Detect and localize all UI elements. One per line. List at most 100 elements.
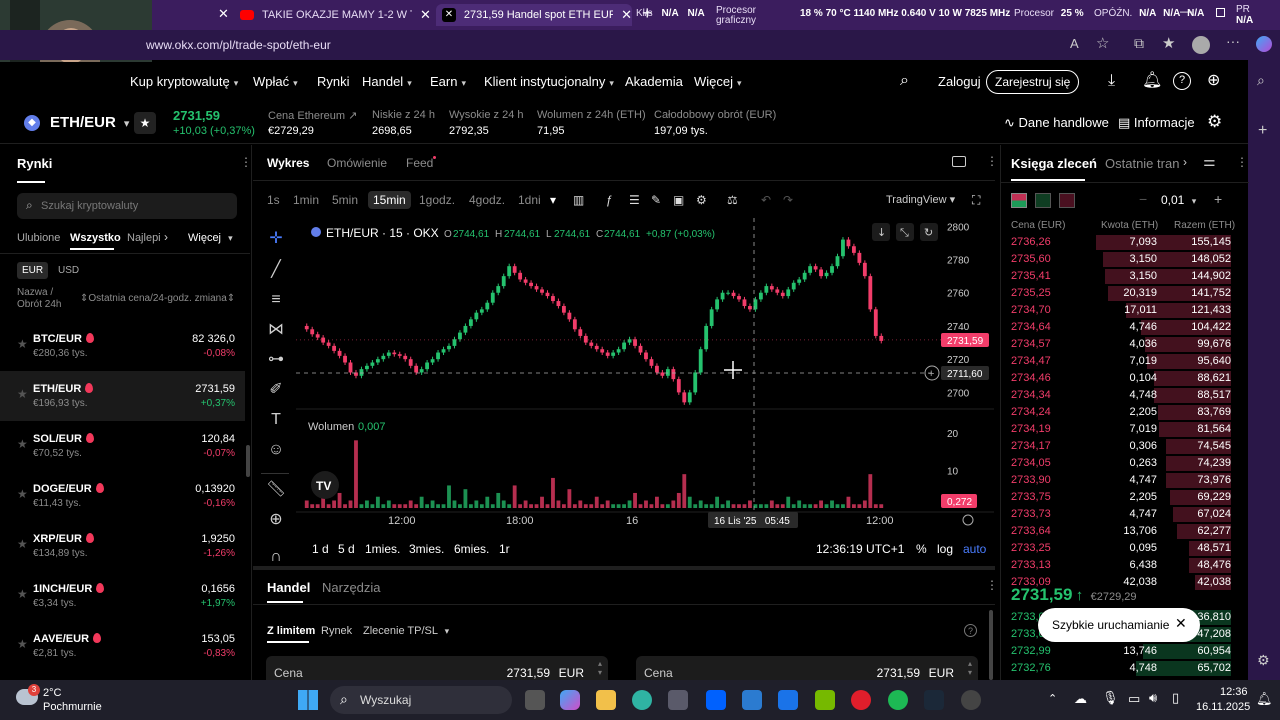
pair-selector[interactable]: ETH/EUR ▾ [50,114,129,131]
windows-start-icon[interactable] [298,690,318,710]
panel-menu-icon[interactable]: ⋮ [1236,155,1248,169]
view-both-icon[interactable] [1011,193,1027,208]
ask-row[interactable]: 2733,64 13,706 62,277 [1001,523,1237,540]
battery-icon[interactable]: ▯ [1172,690,1179,706]
ask-row[interactable]: 2734,34 4,748 88,517 [1001,387,1237,404]
add-icon[interactable]: + [1258,122,1267,140]
search-box[interactable]: ⌕ Szukaj kryptowaluty [17,193,237,219]
star-icon[interactable]: ★ [17,438,29,450]
clock-time[interactable]: 12:36 [1220,686,1248,698]
cloud-icon[interactable]: ☁ [1074,691,1087,707]
range-5d[interactable]: 5 d [338,542,355,556]
ask-row[interactable]: 2733,90 4,747 73,976 [1001,472,1237,489]
view-bids-icon[interactable] [1035,193,1051,208]
ask-row[interactable]: 2735,60 3,150 148,052 [1001,251,1237,268]
quote-tab-usd[interactable]: USD [58,265,79,276]
nav-markets[interactable]: Rynki [317,74,350,89]
steam-icon[interactable] [924,690,944,710]
redo-icon[interactable]: ↷ [783,193,793,207]
ask-row[interactable]: 2733,73 4,747 67,024 [1001,506,1237,523]
signup-button[interactable]: Zarejestruj się [986,70,1080,94]
tf-1min[interactable]: 1min [293,193,319,207]
bid-row[interactable]: 2732,76 4,748 65,702 [1001,660,1237,677]
task-view-icon[interactable] [525,690,545,710]
ask-row[interactable]: 2736,26 7,093 155,145 [1001,234,1237,251]
nav-deposit[interactable]: Wpłać ▾ [253,74,298,89]
order-type-market[interactable]: Rynek [321,625,352,637]
more-filters[interactable]: Więcej ▾ [188,232,233,244]
globe-icon[interactable]: ⊕ [1207,73,1220,89]
chevron-right-icon[interactable]: › [1183,155,1187,169]
market-row[interactable]: ★ SOL/EUR €70,52 tys. 120,84 -0,07% [0,421,245,471]
weather-temp[interactable]: 2°C [43,687,61,699]
auto-toggle[interactable]: auto [963,542,986,556]
bid-row[interactable]: 2732,99 13,746 60,954 [1001,643,1237,660]
tradingview-toggle[interactable]: TradingView ▾ [886,193,955,206]
mic-icon[interactable]: 🎙︎ [1102,690,1119,706]
range-6m[interactable]: 6mies. [454,542,489,556]
download-icon[interactable]: ⤓ [1108,73,1115,89]
panel-menu-icon[interactable]: ⋮ [986,578,998,592]
market-row[interactable]: ★ AAVE/EUR €2,81 tys. 153,05 -0,83% [0,621,245,671]
chevron-down-icon[interactable]: ▾ [550,193,556,207]
search-icon[interactable]: ⌕ [900,73,909,89]
quick-start-popup[interactable]: Szybkie uruchamianie ✕ [1038,608,1200,642]
star-icon[interactable]: ★ [17,638,29,650]
url-text[interactable]: www.okx.com/pl/trade-spot/eth-eur [146,38,331,52]
edit-icon[interactable]: ✎ [651,193,661,207]
panel-menu-icon[interactable]: ⋮ [986,154,998,168]
favorites-bar-icon[interactable]: ★ [1162,34,1175,52]
bell-icon[interactable]: 🔔︎ [1142,73,1162,89]
col-name-header[interactable]: Nazwa / Obrót 24h [17,287,61,311]
quote-tab-eur[interactable]: EUR [17,262,49,279]
brush-icon[interactable]: ✐ [265,379,287,401]
dropbox-icon[interactable] [706,690,726,710]
tab-close-first[interactable]: ✕ [218,6,229,22]
price-chart[interactable]: 2700 2720 2740 2760 2780 2800 10 20 12:00 18:00… [296,218,996,568]
filter-top[interactable]: Najlepi [127,232,161,244]
tab-trade[interactable]: Handel [267,580,310,595]
order-type-tpsl[interactable]: Zlecenie TP/SL ▾ [363,625,449,637]
weather-desc[interactable]: Pochmurnie [43,701,102,713]
ask-row[interactable]: 2734,24 2,205 83,769 [1001,404,1237,421]
filter-icon[interactable]: ⚌ [1203,153,1216,170]
spotify-icon[interactable] [888,690,908,710]
nav-earn[interactable]: Earn ▾ [430,74,466,89]
info-button[interactable]: ▤ Informacje [1118,115,1195,131]
range-1y[interactable]: 1r [499,542,510,556]
tab-tools[interactable]: Narzędzia [322,580,381,595]
star-icon[interactable]: ★ [17,488,29,500]
minus-icon[interactable]: − [1139,191,1147,207]
text-icon[interactable]: T [265,409,287,431]
favorite-icon[interactable]: ☆ [1096,34,1109,52]
clock-date[interactable]: 16.11.2025 [1196,701,1250,713]
plus-icon[interactable]: + [1214,191,1222,207]
speaker-icon[interactable]: 🔊︎ [1149,690,1157,706]
list-icon[interactable]: ☰ [629,193,640,207]
favorite-star-icon[interactable]: ★ [134,112,156,134]
tab-order-book[interactable]: Księga zleceń [1011,156,1097,171]
stepper-icon[interactable]: ▴ ▾ [598,659,602,677]
market-row[interactable]: ★ 1INCH/EUR €3,34 tys. 0,1656 +1,97% [0,571,245,621]
nav-academy[interactable]: Akademia [625,74,683,89]
close-icon[interactable]: ✕ [1175,615,1187,632]
tf-5min[interactable]: 5min [332,193,358,207]
close-icon[interactable]: ✕ [621,7,632,23]
help-icon[interactable]: ? [964,624,977,637]
tf-4h[interactable]: 4godz. [469,193,505,207]
tab-feed[interactable]: Feed [406,156,437,170]
login-link[interactable]: Zaloguj [938,74,981,89]
help-icon[interactable]: ? [1173,72,1191,90]
copilot-icon[interactable] [560,690,580,710]
range-1m[interactable]: 1mies. [365,542,400,556]
time-axis-settings-icon[interactable] [962,514,974,526]
more-icon[interactable]: ··· [1226,33,1240,49]
magnet-icon[interactable]: ∩ [265,546,287,568]
trendline-icon[interactable]: ╱ [265,259,287,281]
projection-icon[interactable]: ⊶ [265,349,287,371]
indicators-icon[interactable]: ƒ [606,193,613,207]
pattern-icon[interactable]: ⋈ [265,319,287,341]
maximize-icon[interactable] [1216,8,1225,17]
ask-row[interactable]: 2735,41 3,150 144,902 [1001,268,1237,285]
filter-favorites[interactable]: Ulubione [17,232,60,244]
